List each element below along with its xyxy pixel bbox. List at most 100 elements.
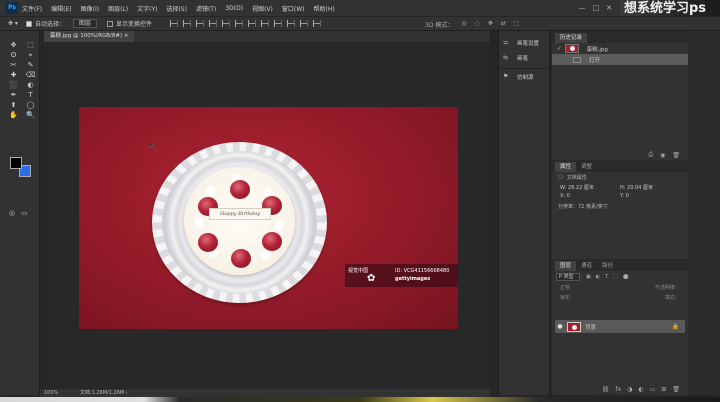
brushes-panel-button[interactable]: ⇆ 画笔 [499, 50, 549, 65]
close-button[interactable]: ✕ [606, 4, 612, 12]
roll-3d-icon[interactable]: ◌ [475, 20, 480, 29]
align-bottom-icon[interactable] [196, 20, 204, 27]
pixel-filter-icon[interactable]: ▣ [586, 274, 591, 280]
history-step[interactable]: 打开 [552, 54, 688, 65]
x-field[interactable]: X: 0 [560, 193, 620, 199]
delete-state-icon[interactable]: 🗑 [672, 152, 680, 159]
pen-tool[interactable]: ✒ [8, 91, 19, 99]
menu-layer[interactable]: 图层(L) [108, 4, 128, 13]
menu-file[interactable]: 文件(F) [22, 4, 42, 13]
visibility-eye-icon[interactable]: ● [555, 323, 565, 330]
adjustment-layer-icon[interactable]: ◐ [638, 386, 643, 393]
smart-object-filter-icon[interactable]: ⬤ [623, 274, 629, 280]
auto-select-dropdown[interactable]: 图层 [72, 19, 97, 28]
menu-edit[interactable]: 编辑(E) [51, 4, 71, 13]
menu-3d[interactable]: 3D(D) [225, 5, 243, 12]
tab-paths[interactable]: 路径 [597, 261, 618, 271]
distribute-vcenter-icon[interactable] [261, 20, 269, 27]
type-tool[interactable]: T [25, 91, 36, 99]
align-left-icon[interactable] [209, 20, 217, 27]
lasso-tool[interactable]: ʘ [8, 51, 19, 59]
snapshot-camera-icon[interactable]: ◉ [660, 152, 665, 159]
move-tool[interactable]: ✥ [8, 41, 19, 49]
menu-view[interactable]: 视图(V) [252, 4, 273, 13]
slide-3d-icon[interactable]: ⇄ [501, 20, 506, 29]
layer-kind-filter[interactable]: P 类型 [556, 272, 580, 281]
eyedropper-tool[interactable]: ✎ [25, 61, 36, 69]
distribute-bottom-icon[interactable] [274, 20, 282, 27]
link-layers-icon[interactable]: ⛓ [602, 386, 610, 393]
delete-layer-icon[interactable]: 🗑 [672, 386, 680, 393]
scale-3d-icon[interactable]: ⬚ [514, 20, 520, 29]
maximize-button[interactable]: □ [593, 4, 600, 12]
clone-source-panel-button[interactable]: ⚑ 仿制源 [499, 69, 549, 84]
new-document-from-state-icon[interactable]: ⎙ [648, 151, 653, 159]
healing-tool[interactable]: ✚ [8, 71, 19, 79]
gradient-tool[interactable]: ⬛ [8, 81, 19, 89]
shape-filter-icon[interactable]: ⬚ [613, 274, 618, 280]
minimize-button[interactable]: — [579, 4, 586, 12]
zoom-tool[interactable]: 🔍 [25, 111, 36, 119]
quick-select-tool[interactable]: ⌖ [25, 51, 36, 59]
document-tab-close-icon[interactable]: × [124, 33, 129, 39]
height-field[interactable]: H: 20.04 厘米 [620, 184, 680, 191]
marquee-tool[interactable]: ⬚ [25, 41, 36, 49]
layer-style-icon[interactable]: fx [616, 386, 622, 393]
tab-channels[interactable]: 通道 [576, 261, 597, 271]
foreground-color-swatch[interactable] [10, 157, 22, 169]
tab-history[interactable]: 历史记录 [555, 33, 588, 43]
layer-lock-icon[interactable]: 🔒 [672, 324, 679, 330]
pan-3d-icon[interactable]: ✥ [488, 20, 493, 29]
hand-tool[interactable]: ✋ [8, 111, 19, 119]
y-field[interactable]: Y: 0 [620, 193, 680, 199]
menu-type[interactable]: 文字(Y) [137, 4, 157, 13]
path-select-tool[interactable]: ⬆ [8, 101, 19, 109]
type-filter-icon[interactable]: T [605, 274, 608, 280]
opacity-label: 不透明度： [654, 284, 680, 291]
menu-select[interactable]: 选择(S) [166, 4, 187, 13]
adjustment-filter-icon[interactable]: ◐ [596, 274, 600, 280]
menu-window[interactable]: 窗口(W) [282, 4, 305, 13]
orbit-3d-icon[interactable]: ◎ [461, 20, 466, 29]
tab-layers[interactable]: 图层 [555, 261, 577, 271]
new-layer-icon[interactable]: ⊞ [661, 386, 666, 393]
align-top-icon[interactable] [170, 20, 178, 27]
brush-settings-panel-button[interactable]: ⚌ 画笔设置 [499, 35, 549, 50]
distribute-hcenter-icon[interactable] [300, 20, 308, 27]
snapshot-check-icon[interactable]: ✓ [557, 46, 562, 52]
eraser-tool[interactable]: ⌫ [25, 71, 36, 79]
blend-mode-dropdown[interactable]: 正常 [560, 284, 570, 291]
menu-image[interactable]: 图像(I) [81, 4, 99, 13]
zoom-level[interactable]: 100% [44, 390, 58, 396]
layers-panel-tabs: 图层 通道 路径 [552, 259, 688, 271]
quick-mask-icon[interactable]: ◎ [9, 209, 15, 217]
align-vcenter-icon[interactable] [183, 20, 191, 27]
brushes-icon: ⇆ [503, 54, 509, 61]
new-group-icon[interactable]: ▭ [650, 386, 656, 393]
auto-select-checkbox[interactable] [25, 20, 32, 27]
move-tool-icon[interactable]: ✥ ▾ [8, 20, 18, 27]
dodge-tool[interactable]: ◐ [25, 81, 36, 89]
width-field[interactable]: W: 28.22 厘米 [560, 184, 620, 191]
y-label: Y: [620, 193, 625, 199]
align-right-icon[interactable] [235, 20, 243, 27]
menu-filter[interactable]: 滤镜(T) [196, 4, 216, 13]
distribute-top-icon[interactable] [248, 20, 256, 27]
distribute-left-icon[interactable] [287, 20, 295, 27]
shape-tool[interactable]: ◯ [25, 101, 36, 109]
add-mask-icon[interactable]: ◑ [627, 386, 632, 393]
doc-size: 文档:1.26M/1.26M [79, 390, 125, 396]
cake-photo[interactable]: Happy Birthday 视觉中国 ✿ ID: VCG41156668480… [79, 107, 458, 329]
screen-mode-icon[interactable]: ▭ [21, 209, 28, 217]
layer-row-background[interactable]: ● 背景 🔒 [555, 320, 685, 333]
distribute-right-icon[interactable] [313, 20, 321, 27]
document-tab[interactable]: 蛋糕.jpg @ 100%(RGB/8#) × [44, 31, 135, 42]
history-snapshot[interactable]: ✓ 蛋糕.jpg [552, 43, 688, 54]
status-arrow-icon[interactable]: › [126, 390, 128, 396]
crop-tool[interactable]: ✂ [8, 61, 19, 69]
menu-help[interactable]: 帮助(H) [314, 4, 335, 13]
tab-properties[interactable]: 属性 [555, 162, 577, 172]
tab-adjustments[interactable]: 调整 [576, 162, 597, 172]
align-hcenter-icon[interactable] [222, 20, 230, 27]
show-transform-checkbox[interactable] [106, 20, 113, 27]
